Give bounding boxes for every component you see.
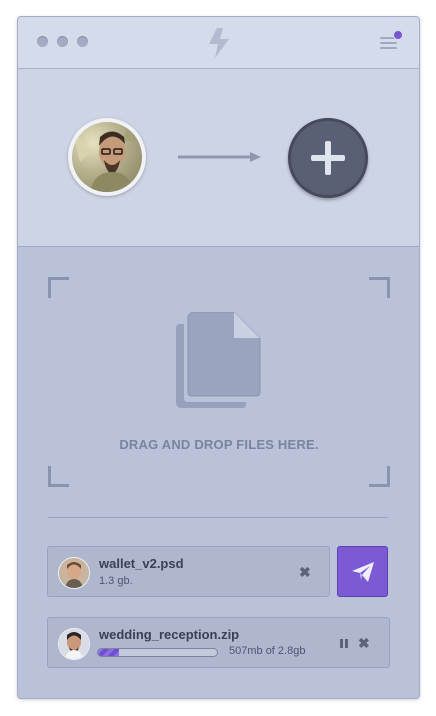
recipient-panel <box>18 69 419 247</box>
close-icon[interactable]: ✖ <box>358 636 370 650</box>
upload-progress-fill <box>98 649 120 656</box>
pause-bar <box>345 639 348 648</box>
upload-progress-text: 507mb of 2.8gb <box>229 645 306 657</box>
close-dot-icon[interactable] <box>37 36 48 47</box>
corner-bracket <box>48 277 69 298</box>
corner-bracket <box>369 277 390 298</box>
file-size: 1.3 gb. <box>99 575 133 587</box>
sender-avatar <box>58 628 90 660</box>
pause-bar <box>340 639 343 648</box>
add-recipient-button[interactable] <box>288 118 368 198</box>
title-bar <box>18 17 419 69</box>
right-arrow-icon <box>178 152 261 162</box>
zoom-dot-icon[interactable] <box>77 36 88 47</box>
menu-line <box>380 42 397 44</box>
user-avatar-icon <box>72 122 142 192</box>
app-window: DRAG AND DROP FILES HERE. wallet_v2.psd … <box>17 16 420 699</box>
notification-dot-icon <box>394 31 402 39</box>
upload-progress-bar <box>97 648 218 657</box>
drop-zone[interactable]: DRAG AND DROP FILES HERE. <box>48 277 390 487</box>
menu-line <box>380 47 397 49</box>
send-button[interactable] <box>337 546 388 597</box>
minimize-dot-icon[interactable] <box>57 36 68 47</box>
menu-button[interactable] <box>378 31 402 53</box>
file-name: wallet_v2.psd <box>99 556 184 571</box>
pause-icon[interactable] <box>338 637 350 649</box>
drop-zone-label: DRAG AND DROP FILES HERE. <box>119 437 319 452</box>
file-item: wedding_reception.zip 507mb of 2.8gb ✖ <box>47 617 390 668</box>
documents-icon <box>176 312 261 408</box>
lightning-bolt-icon <box>209 28 229 58</box>
corner-bracket <box>48 466 69 487</box>
paper-plane-icon <box>352 562 374 582</box>
close-icon[interactable]: ✖ <box>299 565 311 579</box>
divider <box>48 517 388 518</box>
file-item: wallet_v2.psd 1.3 gb. ✖ <box>47 546 330 597</box>
corner-bracket <box>369 466 390 487</box>
recipient-avatar[interactable] <box>68 118 146 196</box>
file-name: wedding_reception.zip <box>99 627 240 642</box>
sender-avatar <box>58 557 90 589</box>
plus-icon <box>311 155 345 161</box>
